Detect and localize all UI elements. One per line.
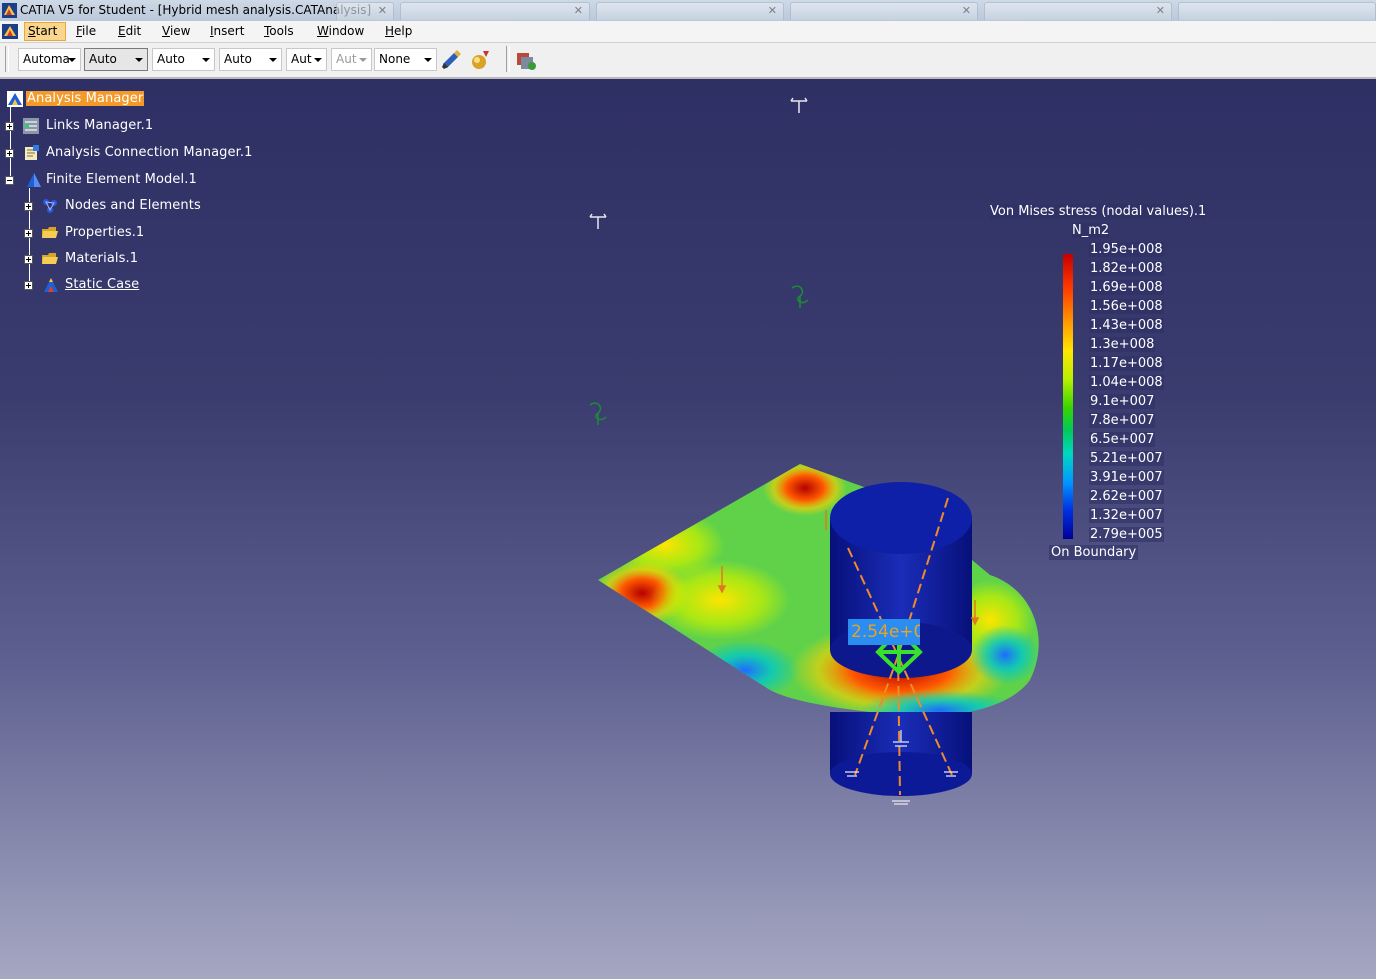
toolbar-grip[interactable]	[506, 46, 510, 72]
background-tab	[1178, 2, 1376, 20]
background-tab: ✕	[984, 2, 1172, 20]
dropdown-arrow-icon	[359, 58, 367, 62]
legend-tick-label: 1.69e+008	[1089, 280, 1164, 295]
links-manager-icon	[23, 118, 39, 134]
combo-box[interactable]: Aut	[286, 48, 327, 71]
probe-value-label[interactable]: 2.54e+0	[848, 619, 920, 645]
tree-label[interactable]: Materials.1	[65, 251, 138, 266]
legend-title: Von Mises stress (nodal values).1	[990, 204, 1207, 219]
nodes-elements-icon	[43, 199, 57, 213]
dropdown-arrow-icon	[135, 58, 143, 62]
legend-tick-label: 1.32e+007	[1089, 508, 1164, 523]
background-tab: ✕	[596, 2, 784, 20]
tree-label[interactable]: Properties.1	[65, 225, 144, 240]
legend-tick-label: 1.04e+008	[1089, 375, 1164, 390]
tree-connector	[10, 106, 11, 180]
window-title: CATIA V5 for Student - [Hybrid mesh anal…	[20, 3, 372, 17]
expand-plus-icon[interactable]	[24, 255, 33, 264]
combo-box: Aut	[331, 48, 372, 71]
legend-tick-label: 2.62e+007	[1089, 489, 1164, 504]
expand-plus-icon[interactable]	[24, 202, 33, 211]
menu-file[interactable]: File	[76, 24, 96, 38]
legend-tick-label: 7.8e+007	[1089, 413, 1156, 428]
menu-help[interactable]: Help	[385, 24, 412, 38]
legend-tick-label: 1.82e+008	[1089, 261, 1164, 276]
menu-start[interactable]: Start	[24, 22, 67, 41]
menu-bar: Start File Edit View Insert Tools Window…	[0, 21, 1376, 43]
tree-label[interactable]: Analysis Manager	[26, 91, 145, 106]
legend-tick-label: 9.1e+007	[1089, 394, 1156, 409]
legend-tick-label: 1.3e+008	[1089, 337, 1156, 352]
combo-box[interactable]: Auto	[84, 48, 148, 71]
legend-tick-label: 6.5e+007	[1089, 432, 1156, 447]
load-symbol[interactable]	[589, 285, 809, 425]
static-case-icon	[44, 278, 58, 292]
toolbar: Automa Auto Auto Auto Aut Aut None	[0, 43, 1376, 79]
combo-box[interactable]: Auto	[219, 48, 282, 71]
dropdown-arrow-icon	[202, 58, 210, 62]
collapse-minus-icon[interactable]	[5, 176, 14, 185]
tree-label[interactable]: Finite Element Model.1	[46, 172, 197, 187]
catia-system-menu-icon[interactable]	[2, 24, 18, 39]
menu-view[interactable]: View	[162, 24, 190, 38]
combo-box[interactable]: Auto	[152, 48, 215, 71]
menu-window[interactable]: Window	[317, 24, 364, 38]
legend-tick-label: 1.43e+008	[1089, 318, 1164, 333]
connection-manager-icon	[25, 145, 39, 160]
menu-tools[interactable]: Tools	[264, 24, 294, 38]
legend-tick-label: 5.21e+007	[1089, 451, 1164, 466]
expand-plus-icon[interactable]	[24, 281, 33, 290]
material-ball-icon[interactable]	[469, 49, 491, 71]
dropdown-arrow-icon	[424, 58, 432, 62]
expand-plus-icon[interactable]	[5, 122, 14, 131]
clamp-symbol[interactable]	[589, 97, 808, 229]
tree-label[interactable]: Static Case	[65, 277, 139, 292]
tree-label[interactable]: Analysis Connection Manager.1	[46, 145, 252, 160]
folder-icon	[42, 253, 58, 264]
analysis-manager-icon	[7, 91, 23, 107]
title-bar: CATIA V5 for Student - [Hybrid mesh anal…	[0, 0, 1376, 22]
legend-tick-label: 2.79e+005	[1089, 527, 1164, 542]
legend-unit: N_m2	[1072, 223, 1110, 238]
legend-tick-label: 1.95e+008	[1089, 242, 1164, 257]
tree-label[interactable]: Links Manager.1	[46, 118, 153, 133]
lower-cylinder[interactable]	[830, 712, 972, 796]
dropdown-arrow-icon	[269, 58, 277, 62]
combo-box[interactable]: Automa	[18, 48, 81, 71]
tree-label[interactable]: Nodes and Elements	[65, 198, 201, 213]
dropdown-arrow-icon	[314, 58, 322, 62]
dropdown-arrow-icon	[68, 58, 76, 62]
background-tab: ✕	[336, 2, 394, 20]
catia-app-icon	[2, 3, 17, 18]
fem-icon	[27, 173, 41, 187]
background-tab: ✕	[400, 2, 590, 20]
combo-box[interactable]: None	[374, 48, 437, 71]
legend-tick-label: 1.56e+008	[1089, 299, 1164, 314]
legend-color-bar	[1063, 254, 1073, 539]
legend-footer: On Boundary	[1049, 545, 1139, 560]
expand-plus-icon[interactable]	[24, 229, 33, 238]
menu-edit[interactable]: Edit	[118, 24, 141, 38]
legend-tick-label: 1.17e+008	[1089, 356, 1164, 371]
folder-icon	[42, 227, 58, 238]
legend-tick-label: 3.91e+007	[1089, 470, 1164, 485]
apply-material-icon[interactable]	[515, 49, 537, 71]
toolbar-grip[interactable]	[5, 46, 9, 72]
background-tab: ✕	[790, 2, 978, 20]
menu-insert[interactable]: Insert	[210, 24, 244, 38]
stress-fringe-plate[interactable]	[594, 460, 1040, 730]
paint-brush-icon[interactable]	[440, 49, 462, 71]
expand-plus-icon[interactable]	[5, 149, 14, 158]
